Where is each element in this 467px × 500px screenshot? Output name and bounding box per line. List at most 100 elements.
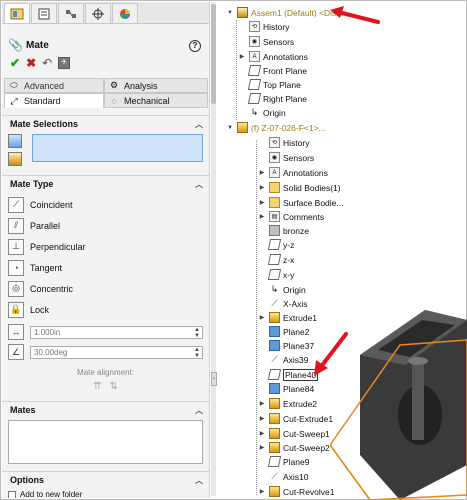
mate-type-lock[interactable]: 🔒 Lock — [8, 299, 203, 320]
tree-guide — [256, 140, 257, 495]
tab-mechanical[interactable]: ◌ Mechanical — [104, 93, 208, 108]
cancel-x-icon[interactable]: ✖ — [26, 57, 36, 69]
tree-item[interactable]: Front Plane — [238, 64, 307, 77]
chevron-right-icon[interactable]: ▶ — [258, 444, 266, 451]
tree-item[interactable]: Plane9 — [258, 455, 309, 468]
tree-item[interactable]: bronze — [258, 224, 309, 237]
mates-header[interactable]: Mates ︿ — [2, 402, 209, 418]
coincident-icon: ⟋ — [8, 196, 24, 213]
chevron-right-icon[interactable]: ▶ — [258, 400, 266, 407]
tree-item[interactable]: ⟲ History — [238, 20, 289, 33]
tab-advanced[interactable]: ⬭ Advanced — [4, 78, 104, 93]
history-icon: ⟲ — [249, 21, 260, 32]
chevron-right-icon[interactable]: ▶ — [258, 314, 266, 321]
tree-item[interactable]: z-x — [258, 253, 294, 266]
tree-item[interactable]: ▶ Cut-Sweep2 — [258, 441, 330, 454]
tree-item[interactable]: ↳ Origin — [258, 283, 306, 296]
feature-tree: ▼ Assem1 (Default) <Dis... ⟲ History ◉ Sen… — [222, 0, 467, 500]
chevron-down-icon[interactable]: ▼ — [226, 10, 234, 16]
chevron-up-icon[interactable]: ︿ — [195, 475, 203, 486]
selection-components-icon — [8, 152, 22, 166]
panel-scrollbar[interactable] — [211, 2, 216, 496]
chevron-right-icon[interactable]: ▶ — [258, 169, 266, 176]
axis-icon: ⟋ — [271, 298, 278, 308]
chevron-right-icon[interactable]: ▶ — [258, 213, 266, 220]
tree-item[interactable]: ◉ Sensors — [238, 35, 294, 48]
tree-item[interactable]: ▶ Cut-Sweep1 — [258, 427, 330, 440]
tree-item[interactable]: ⟋ Axis10 — [258, 470, 308, 483]
tree-item[interactable]: x-y — [258, 268, 294, 281]
chevron-down-icon[interactable]: ▼ — [226, 125, 234, 131]
tree-item[interactable]: ▶ Cut-Revolve1 — [258, 485, 335, 498]
tab-property-manager[interactable] — [31, 3, 57, 23]
add-to-new-folder-option[interactable]: Add to new folder — [2, 490, 209, 498]
comments-icon: ▤ — [269, 211, 280, 222]
tree-item[interactable]: Plane37 — [258, 339, 314, 352]
chevron-up-icon[interactable]: ︿ — [195, 179, 203, 190]
mates-list[interactable] — [8, 420, 203, 464]
mate-alignment-label: Mate alignment: — [77, 368, 134, 377]
spinner-icon[interactable]: ▲ ▼ — [194, 327, 200, 339]
mate-type-header[interactable]: Mate Type ︿ — [2, 176, 209, 192]
chevron-right-icon[interactable]: ▶ — [258, 199, 266, 206]
tab-configuration-manager[interactable] — [58, 3, 84, 23]
tree-item[interactable]: ▶ A Annotations — [238, 50, 308, 63]
collapse-panel-handle[interactable]: ‹ — [211, 372, 217, 386]
pushpin-icon[interactable]: ✈ — [58, 57, 71, 69]
mate-type-tangent[interactable]: ◔ Tangent — [8, 257, 203, 278]
help-icon[interactable]: ? — [189, 40, 201, 52]
paperclip-icon: 📎 — [8, 38, 23, 52]
tree-item[interactable]: y-z — [258, 238, 294, 251]
ok-check-icon[interactable]: ✔ — [10, 57, 20, 69]
mate-type-perpendicular[interactable]: ⊥ Perpendicular — [8, 236, 203, 257]
tree-item[interactable]: ⟋ X-Axis — [258, 297, 307, 310]
tree-item[interactable]: ▶ A Annotations — [258, 166, 328, 179]
tree-item[interactable]: Plane2 — [258, 325, 309, 338]
tab-standard[interactable]: ⤢ Standard — [4, 93, 104, 108]
spinner-icon[interactable]: ▲ ▼ — [194, 347, 200, 359]
tree-item[interactable]: ▶ Extrude2 — [258, 397, 317, 410]
checkbox[interactable] — [8, 490, 16, 498]
tree-item[interactable]: ⟋ Axis39 — [258, 353, 308, 366]
options-header[interactable]: Options ︿ — [2, 472, 209, 488]
tree-item[interactable]: ↳ Origin — [238, 106, 286, 119]
chevron-right-icon[interactable]: ▶ — [258, 415, 266, 422]
distance-input[interactable]: 1.000in ▲ ▼ — [30, 325, 203, 339]
chevron-right-icon[interactable]: ▶ — [238, 53, 246, 60]
plane-icon — [247, 79, 262, 90]
folder-icon — [269, 182, 280, 193]
tree-item[interactable]: Plane84 — [258, 382, 314, 395]
aligned-icon[interactable]: ⇈ — [93, 381, 101, 392]
tree-item[interactable]: ▶ Surface Bodie... — [258, 196, 343, 209]
tree-item[interactable]: Right Plane — [238, 92, 307, 105]
mate-type-concentric[interactable]: ◎ Concentric — [8, 278, 203, 299]
tree-item[interactable]: ◉ Sensors — [258, 151, 314, 164]
scrollbar-thumb[interactable] — [211, 4, 216, 104]
tree-item[interactable]: Top Plane — [238, 78, 301, 91]
angle-input[interactable]: 30.00deg ▲ ▼ — [30, 345, 203, 359]
tree-item[interactable]: ▶ ▤ Comments — [258, 210, 324, 223]
tab-display-manager[interactable] — [112, 3, 138, 23]
annotations-icon: A — [249, 51, 260, 62]
chevron-right-icon[interactable]: ▶ — [258, 488, 266, 495]
tree-root-assembly[interactable]: ▼ Assem1 (Default) <Dis... — [226, 6, 343, 19]
chevron-right-icon[interactable]: ▶ — [258, 184, 266, 191]
tab-analysis[interactable]: ⚙ Analysis — [104, 78, 208, 93]
tree-item[interactable]: ▶ Extrude1 — [258, 311, 317, 324]
tree-item[interactable]: ▶ Solid Bodies(1) — [258, 181, 341, 194]
mate-selections-header[interactable]: Mate Selections ︿ — [2, 116, 209, 132]
chevron-up-icon[interactable]: ︿ — [195, 119, 203, 130]
anti-aligned-icon[interactable]: ⇅ — [110, 381, 118, 392]
mate-selections-list[interactable] — [32, 134, 203, 162]
tree-item[interactable]: ⟲ History — [258, 136, 309, 149]
mate-type-coincident[interactable]: ⟋ Coincident — [8, 194, 203, 215]
mechanical-icon: ◌ — [111, 95, 117, 106]
chevron-up-icon[interactable]: ︿ — [195, 405, 203, 416]
tab-feature-manager[interactable] — [4, 3, 30, 23]
mate-type-parallel[interactable]: ⫽ Parallel — [8, 215, 203, 236]
tree-item[interactable]: ▶ Cut-Extrude1 — [258, 412, 333, 425]
undo-icon[interactable]: ↶ — [42, 57, 52, 69]
tree-item-component[interactable]: ▼ (f) Z-07-026-F<1>... — [226, 121, 326, 134]
panel-grip[interactable]: ⋮ — [96, 6, 104, 15]
chevron-right-icon[interactable]: ▶ — [258, 430, 266, 437]
